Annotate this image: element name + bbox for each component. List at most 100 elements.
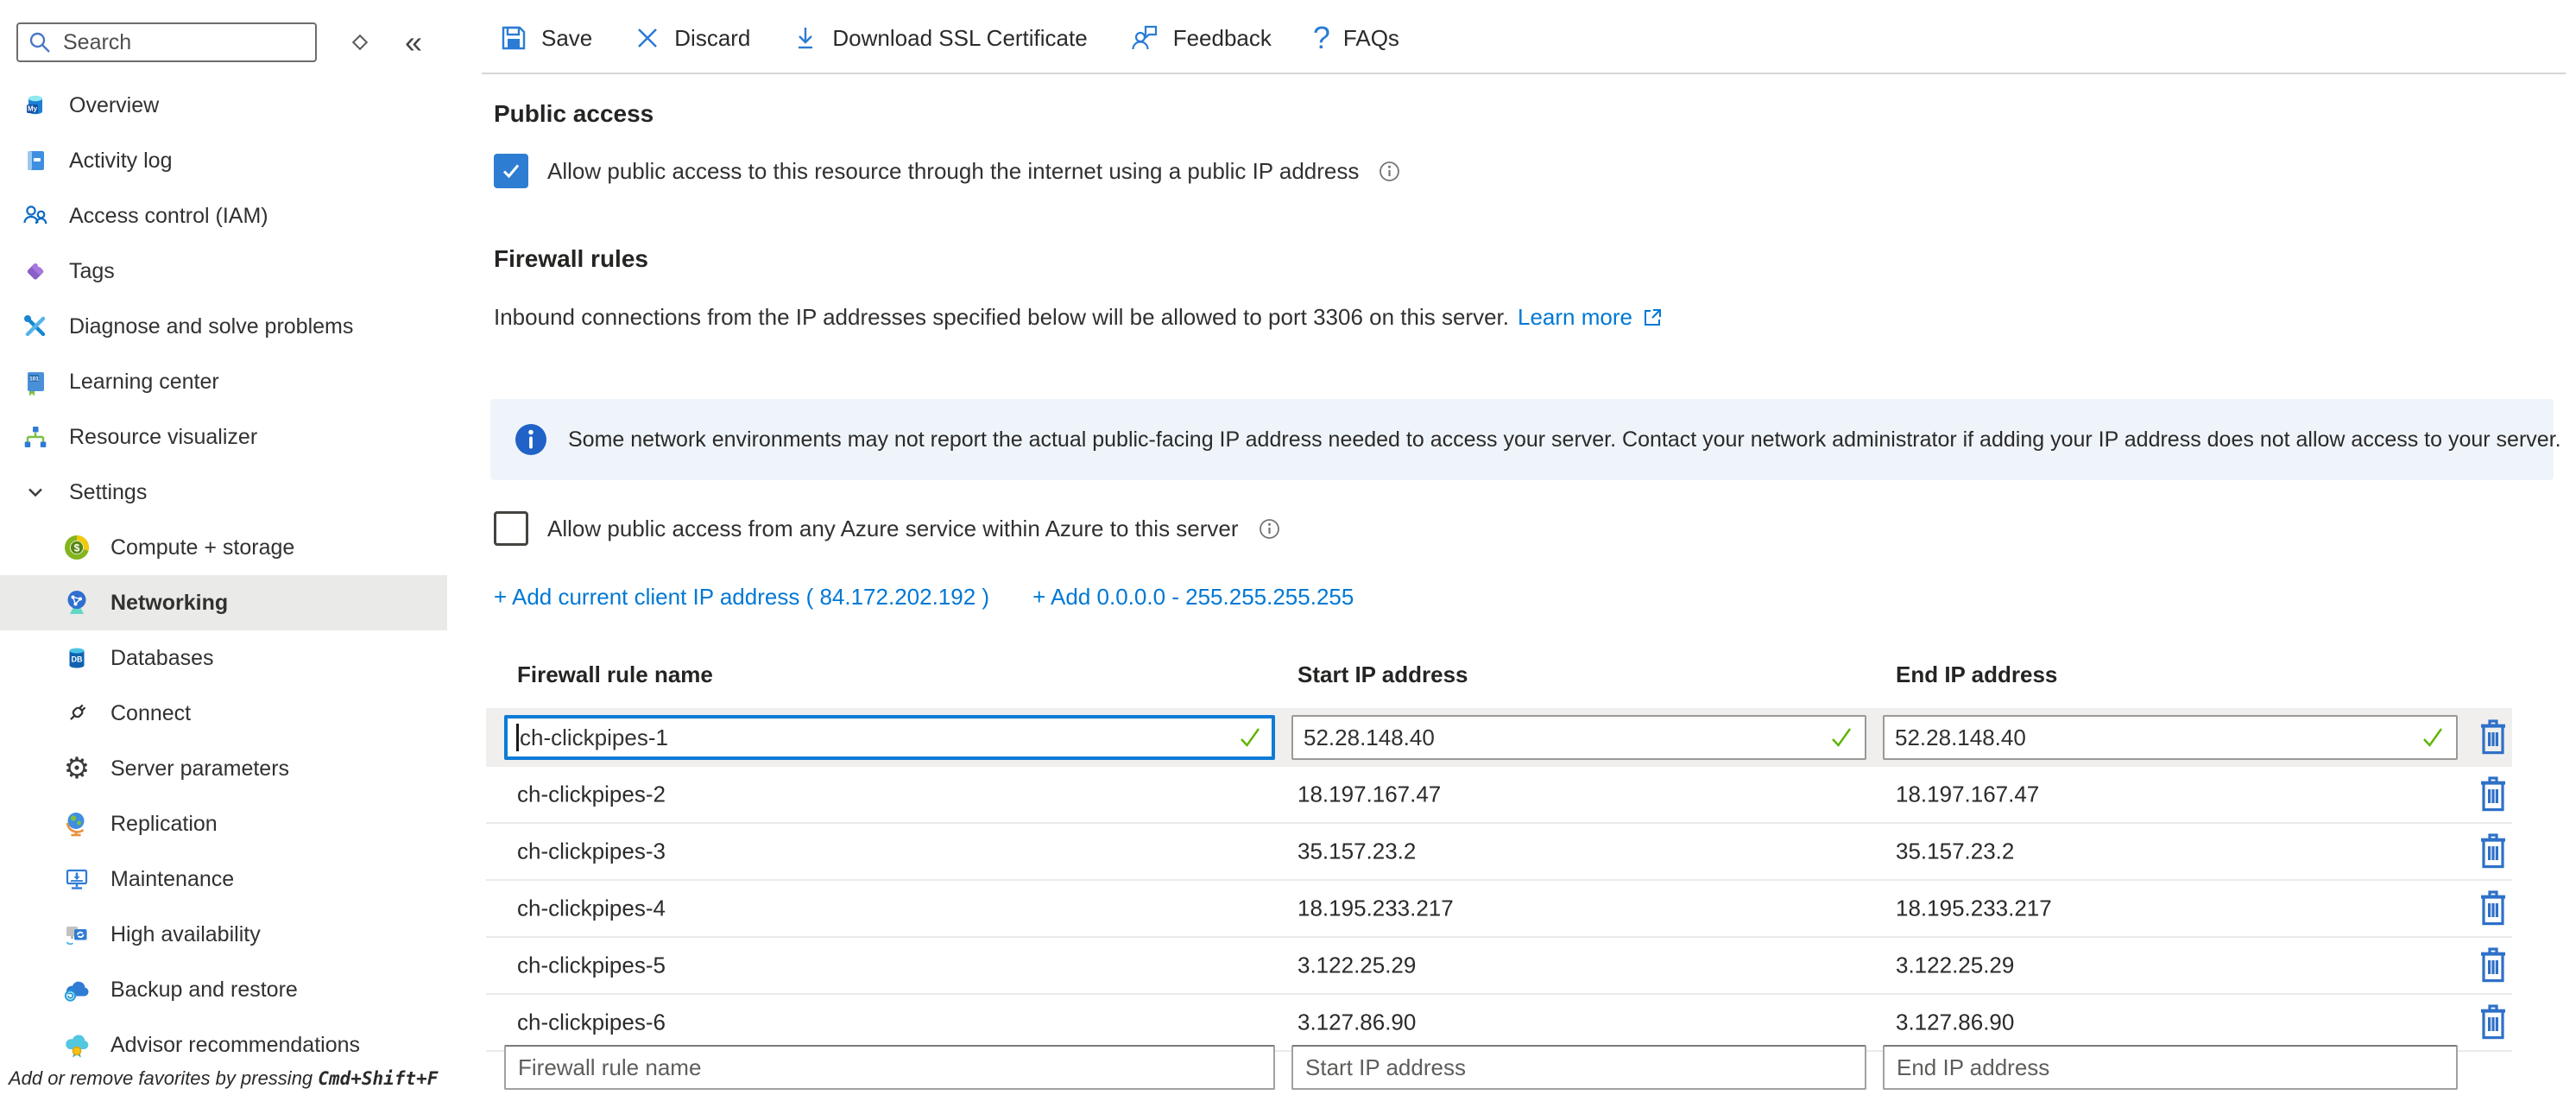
delete-rule-button[interactable] — [2474, 715, 2512, 760]
sidebar-item-label: Activity log — [69, 149, 172, 174]
end-ip-cell: 35.157.23.2 — [1896, 839, 2014, 865]
feedback-label: Feedback — [1173, 25, 1272, 52]
sidebar-item-label: Tags — [69, 259, 115, 284]
rule-name-cell: ch-clickpipes-5 — [517, 953, 666, 979]
rule-name-cell: ch-clickpipes-4 — [517, 896, 666, 922]
sidebar-item-label: Server parameters — [110, 756, 289, 782]
discard-x-icon — [634, 24, 661, 52]
delete-rule-button[interactable] — [2474, 829, 2512, 874]
new-rule-name-input[interactable] — [504, 1045, 1275, 1090]
globe-network-icon — [61, 587, 92, 618]
search-input[interactable] — [61, 29, 306, 56]
sidebar-item-advisor[interactable]: Advisor recommendations — [0, 1017, 447, 1073]
svg-text:My: My — [28, 105, 38, 113]
sidebar-item-replication[interactable]: Replication — [0, 796, 447, 851]
delete-rule-button[interactable] — [2474, 772, 2512, 817]
start-ip-cell: 3.127.86.90 — [1297, 1010, 1416, 1036]
sidebar-item-label: Databases — [110, 646, 214, 671]
column-header-start-ip: Start IP address — [1297, 661, 1468, 688]
chevron-down-icon — [20, 477, 51, 508]
tools-icon — [20, 311, 51, 342]
sidebar-item-server-parameters[interactable]: ⚙ Server parameters — [0, 741, 447, 796]
feedback-icon — [1129, 22, 1160, 54]
learn-more-link[interactable]: Learn more — [1518, 304, 1632, 331]
start-ip-field-editing[interactable]: 52.28.148.40 — [1291, 715, 1866, 760]
resource-menu-sidebar: « My Overview Activity log Access contro… — [0, 0, 473, 1095]
monitor-update-icon — [61, 864, 92, 895]
database-icon: DB — [61, 642, 92, 674]
firewall-description-text: Inbound connections from the IP addresse… — [494, 304, 1509, 331]
svg-text:$: $ — [74, 541, 80, 554]
gear-icon: ⚙ — [61, 753, 92, 784]
faqs-button[interactable]: ? FAQs — [1313, 22, 1399, 54]
sidebar-item-tags[interactable]: Tags — [0, 244, 447, 299]
question-mark-icon: ? — [1313, 22, 1330, 54]
sidebar-item-compute-storage[interactable]: $ Compute + storage — [0, 520, 447, 575]
globe-stand-icon — [61, 808, 92, 839]
mysql-server-icon: My — [20, 90, 51, 121]
sidebar-item-resource-visualizer[interactable]: Resource visualizer — [0, 409, 447, 465]
sidebar-item-networking[interactable]: Networking — [0, 575, 447, 630]
end-ip-cell: 3.127.86.90 — [1896, 1010, 2014, 1036]
sidebar-search-row: « — [16, 22, 422, 62]
end-ip-cell: 18.197.167.47 — [1896, 782, 2039, 808]
info-icon[interactable] — [1378, 160, 1401, 183]
sidebar-item-label: Resource visualizer — [69, 425, 257, 450]
info-icon[interactable] — [1258, 517, 1281, 541]
rule-name-field-editing[interactable]: ch-clickpipes-1 — [504, 715, 1275, 760]
delete-rule-button[interactable] — [2474, 886, 2512, 931]
sidebar-item-diagnose[interactable]: Diagnose and solve problems — [0, 299, 447, 354]
sidebar-item-label: Maintenance — [110, 867, 234, 892]
feedback-button[interactable]: Feedback — [1129, 22, 1272, 54]
info-banner-text: Some network environments may not report… — [568, 427, 2561, 453]
new-start-ip-input[interactable] — [1291, 1045, 1866, 1090]
sidebar-group-settings[interactable]: Settings — [0, 465, 447, 520]
column-header-rule-name: Firewall rule name — [517, 661, 713, 688]
sidebar-item-activity-log[interactable]: Activity log — [0, 133, 447, 188]
rule-name-cell: ch-clickpipes-3 — [517, 839, 666, 865]
table-row: ch-clickpipes-6 3.127.86.90 3.127.86.90 — [486, 995, 2512, 1052]
favorites-note-text: Add or remove favorites by pressing — [9, 1067, 318, 1089]
valid-check-icon — [1828, 725, 1854, 750]
table-row: ch-clickpipes-2 18.197.167.47 18.197.167… — [486, 767, 2512, 824]
sidebar-item-label: Replication — [110, 812, 218, 837]
sidebar-item-label: Connect — [110, 701, 191, 726]
plug-icon — [61, 698, 92, 729]
save-button[interactable]: Save — [499, 23, 592, 53]
sidebar-item-access-control[interactable]: Access control (IAM) — [0, 188, 447, 244]
sidebar-item-high-availability[interactable]: High availability — [0, 907, 447, 962]
text-caret — [516, 724, 519, 751]
info-banner: Some network environments may not report… — [490, 399, 2554, 480]
search-box[interactable] — [16, 22, 317, 62]
add-all-range-link[interactable]: + Add 0.0.0.0 - 255.255.255.255 — [1032, 584, 1354, 611]
collapse-menu-icon[interactable]: « — [405, 27, 422, 58]
sidebar-item-databases[interactable]: DB Databases — [0, 630, 447, 686]
start-ip-value: 52.28.148.40 — [1304, 725, 1435, 751]
sidebar-item-overview[interactable]: My Overview — [0, 78, 447, 133]
sidebar-item-label: Compute + storage — [110, 535, 294, 560]
sidebar-item-label: Settings — [69, 480, 147, 505]
sidebar-item-connect[interactable]: Connect — [0, 686, 447, 741]
public-access-heading: Public access — [494, 100, 653, 128]
end-ip-field-editing[interactable]: 52.28.148.40 — [1883, 715, 2458, 760]
add-client-ip-link[interactable]: + Add current client IP address ( 84.172… — [494, 584, 989, 611]
download-ssl-certificate-button[interactable]: Download SSL Certificate — [792, 24, 1087, 52]
diamond-icon[interactable] — [348, 30, 372, 54]
sidebar-item-backup-restore[interactable]: Backup and restore — [0, 962, 447, 1017]
azure-services-checkbox[interactable] — [494, 511, 528, 546]
start-ip-cell: 18.195.233.217 — [1297, 896, 1454, 922]
delete-rule-button[interactable] — [2474, 1000, 2512, 1045]
sidebar-item-label: Backup and restore — [110, 978, 298, 1003]
rule-name-cell: ch-clickpipes-6 — [517, 1010, 666, 1036]
public-access-checkbox[interactable] — [494, 154, 528, 188]
delete-rule-button[interactable] — [2474, 943, 2512, 988]
donut-chart-icon: $ — [61, 532, 92, 563]
rule-name-cell: ch-clickpipes-2 — [517, 782, 666, 808]
new-end-ip-input[interactable] — [1883, 1045, 2458, 1090]
discard-button[interactable]: Discard — [634, 24, 750, 52]
sidebar-item-maintenance[interactable]: Maintenance — [0, 851, 447, 907]
sidebar-item-learning-center[interactable]: 101 Learning center — [0, 354, 447, 409]
sidebar-nav: My Overview Activity log Access control … — [0, 78, 447, 1073]
info-filled-icon — [515, 423, 547, 456]
svg-text:101: 101 — [29, 377, 39, 383]
